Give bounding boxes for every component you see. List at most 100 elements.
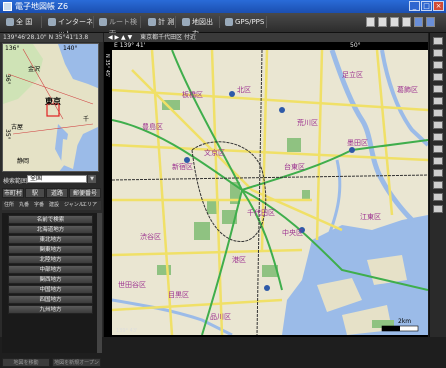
subtab-area[interactable]: エリア — [82, 201, 97, 210]
left-panel-header: 139°46'28.10" N 35°41'13.8 — [0, 33, 103, 42]
map-graphic — [112, 50, 428, 335]
building-icon[interactable] — [433, 145, 443, 153]
subtab-address[interactable]: 住所 — [4, 201, 14, 210]
ward-label: 江東区 — [360, 213, 381, 221]
bottom-ruler-label: 139° 43' — [116, 328, 138, 334]
window-icon[interactable] — [402, 17, 411, 27]
list-item[interactable]: 関東地方 — [8, 245, 93, 254]
walk-icon[interactable] — [433, 73, 443, 81]
map-location-title: 東京都千代田区 付近 — [140, 34, 197, 41]
list-item[interactable]: 中国地方 — [8, 285, 93, 294]
gps-icon — [225, 18, 233, 26]
list-item[interactable]: 四国地方 — [8, 295, 93, 304]
ward-label: 板橋区 — [182, 91, 203, 99]
minimap-label-tokyo: 東京 — [45, 97, 61, 106]
ward-label: 足立区 — [342, 71, 363, 79]
search-range-select[interactable]: 全国 — [27, 175, 87, 183]
list-item[interactable]: 北海道地方 — [8, 225, 93, 234]
list-item[interactable]: 九州地方 — [8, 305, 93, 314]
grid-icon[interactable] — [390, 17, 399, 27]
tab-station[interactable]: 駅 — [25, 188, 45, 198]
overview-map[interactable]: 136° 140° 36° 35° 金沢 東京 千 古屋 静岡 — [2, 43, 99, 172]
list-item[interactable]: 北陸地方 — [8, 255, 93, 264]
internet-icon — [48, 18, 56, 26]
layout-icon[interactable] — [378, 17, 387, 27]
minimap-coord-tr: 140° — [63, 45, 78, 52]
gps-button[interactable]: GPS/PPS — [223, 16, 267, 28]
list-scrollbar[interactable] — [97, 213, 102, 353]
list-item[interactable]: 名前で検索 — [8, 215, 93, 224]
cursor-coordinates: 139°46'28.10" N 35°41'13.8 — [3, 34, 89, 41]
ward-label: 葛飾区 — [397, 86, 418, 94]
document-icon[interactable] — [366, 17, 375, 27]
ward-label: 墨田区 — [347, 139, 368, 147]
globe-icon — [6, 18, 14, 26]
minimap-label-nagoya: 古屋 — [11, 124, 24, 131]
internet-button[interactable]: インターネット — [46, 16, 94, 38]
map-view[interactable]: 板橋区 北区 荒川区 足立区 豊島区 文京区 台東区 墨田区 新宿区 千代田区 … — [112, 50, 428, 335]
tab-road[interactable]: 道路 — [46, 188, 68, 198]
chevron-down-icon[interactable]: ▼ — [88, 175, 96, 183]
main-toolbar: 全 国 インターネット ルート検索 計 測 地図出力 GPS/PPS — [0, 13, 446, 38]
measure-button[interactable]: 計 測 — [146, 16, 176, 28]
pin-icon[interactable] — [433, 109, 443, 117]
help-icon[interactable] — [414, 17, 423, 27]
zoom-out-icon[interactable] — [433, 61, 443, 69]
car-icon[interactable] — [433, 85, 443, 93]
map-coord-text: E 139° 41' — [114, 42, 146, 49]
map-coord-right: 50° — [350, 42, 361, 49]
scale-label: 2km — [398, 318, 412, 325]
search-subtabs: 住所 丸番 字番 建設 ジャンル エリア — [2, 201, 101, 210]
app-icon — [3, 2, 12, 11]
subtab-building[interactable]: 建設 — [49, 201, 59, 210]
region-list: 名前で検索 北海道地方 東北地方 関東地方 北陸地方 中部地方 関西地方 中国地… — [2, 213, 97, 353]
left-ruler-label: N 35° 45' — [104, 54, 110, 78]
open-new-map-button[interactable]: 地図を新規オープン — [52, 358, 101, 367]
print-icon — [182, 18, 190, 26]
subtab-maruban[interactable]: 丸番 — [19, 201, 29, 210]
list-item[interactable]: 中部地方 — [8, 265, 93, 274]
zenkoku-button[interactable]: 全 国 — [4, 16, 42, 28]
window-title: 電子地図帳 Z6 — [15, 2, 69, 11]
ward-label: 台東区 — [284, 163, 305, 171]
close-button[interactable]: × — [433, 1, 444, 11]
ward-label: 千代田区 — [247, 209, 275, 217]
list-icon[interactable] — [433, 205, 443, 213]
route-search-button[interactable]: ルート検索 — [97, 16, 141, 38]
zoom-in-icon[interactable] — [433, 49, 443, 57]
layer-icon[interactable] — [433, 37, 443, 45]
ward-label: 新宿区 — [172, 163, 193, 171]
minimize-button[interactable]: _ — [409, 1, 420, 11]
scale-bar — [381, 325, 419, 332]
measure-label: 計 測 — [158, 18, 175, 26]
minimap-coord-left: 36° — [4, 74, 11, 85]
map-header: ◀ ▶ ▲ ▼ 東京都千代田区 付近 — [104, 33, 428, 42]
map-output-button[interactable]: 地図出力 — [180, 16, 220, 38]
tab-postal-code[interactable]: 郵便番号 — [69, 188, 101, 198]
shop-icon[interactable] — [433, 157, 443, 165]
star-icon[interactable] — [433, 181, 443, 189]
camera-icon[interactable] — [433, 133, 443, 141]
map-coord-bar: E 139° 41' 50° — [104, 42, 428, 50]
list-item[interactable]: 東北地方 — [8, 235, 93, 244]
subtab-genre[interactable]: ジャンル — [64, 201, 84, 210]
subtab-jiban[interactable]: 字番 — [34, 201, 44, 210]
ward-label: 目黒区 — [168, 291, 189, 299]
phone-icon[interactable] — [433, 169, 443, 177]
maximize-button[interactable]: □ — [421, 1, 432, 11]
move-map-button[interactable]: 地図を移動 — [2, 358, 50, 367]
minimap-coord-tl: 136° — [5, 45, 20, 52]
ward-label: 港区 — [232, 256, 246, 264]
nav-arrows-icon[interactable]: ◀ ▶ ▲ ▼ — [108, 34, 132, 41]
tab-municipality[interactable]: 市町村 — [2, 188, 24, 198]
train-icon[interactable] — [433, 97, 443, 105]
zenkoku-label: 全 国 — [16, 18, 33, 26]
ward-label: 豊島区 — [142, 123, 163, 131]
flag-icon[interactable] — [433, 121, 443, 129]
list-item[interactable]: 関西地方 — [8, 275, 93, 284]
minimap-label-chiba: 千 — [83, 116, 90, 123]
ward-label: 中央区 — [282, 229, 303, 237]
grid-icon[interactable] — [433, 193, 443, 201]
info-icon[interactable] — [426, 17, 435, 27]
map-left-ruler: N 35° 45' — [104, 50, 112, 337]
